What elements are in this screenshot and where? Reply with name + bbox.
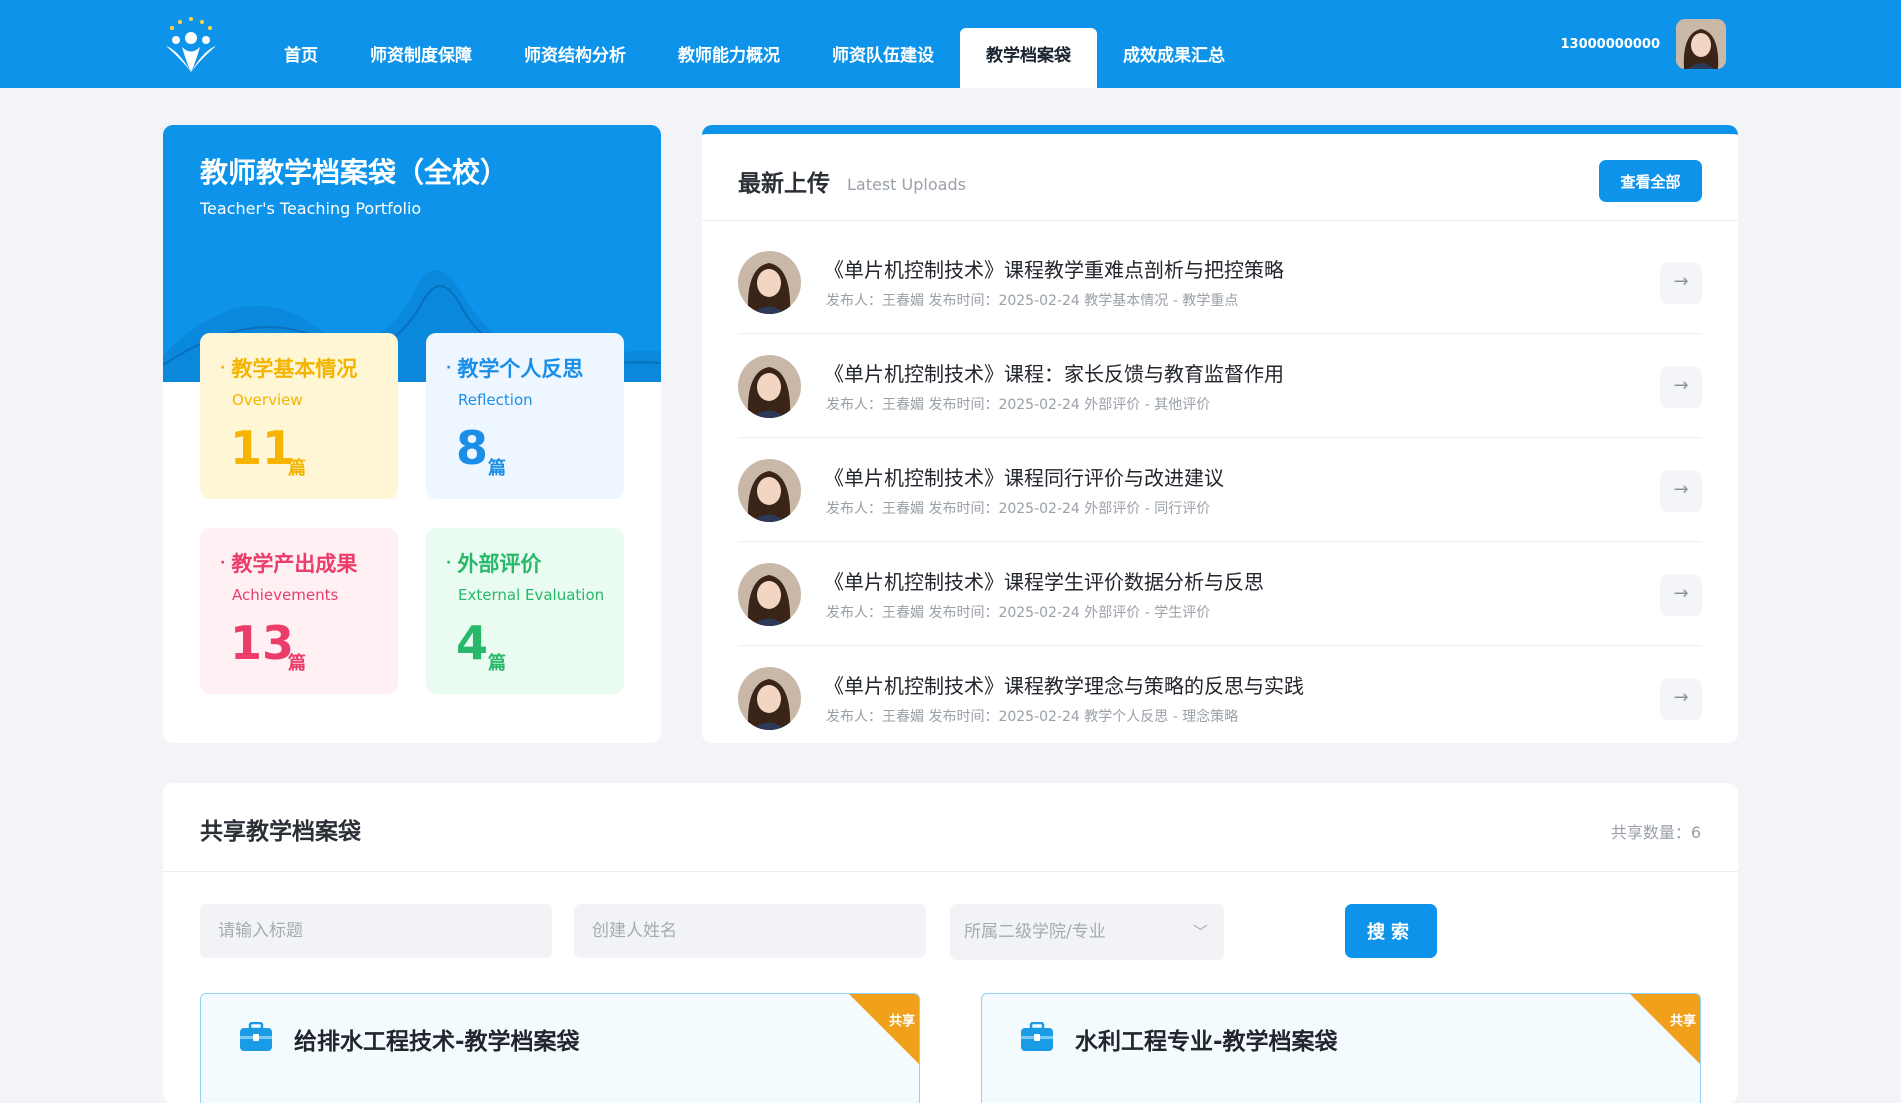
portfolio-card-name: 给排水工程技术-教学档案袋 bbox=[294, 1029, 580, 1055]
upload-title[interactable]: 《单片机控制技术》课程教学重难点剖析与把控策略 bbox=[824, 254, 1284, 283]
avatar bbox=[738, 667, 801, 730]
nav-faculty-structure[interactable]: 师资结构分析 bbox=[498, 28, 652, 88]
upload-title[interactable]: 《单片机控制技术》课程：家长反馈与教育监督作用 bbox=[824, 358, 1284, 387]
avatar bbox=[738, 355, 801, 418]
stat-external-count: 4 bbox=[456, 616, 489, 670]
portfolio-card[interactable]: 水利工程专业-教学档案袋 共享 bbox=[981, 993, 1701, 1103]
shared-header: 共享教学档案袋 共享数量：6 bbox=[163, 783, 1738, 872]
shared-title: 共享教学档案袋 bbox=[200, 819, 361, 845]
stat-achievements-count: 13 bbox=[230, 616, 295, 670]
user-avatar[interactable] bbox=[1676, 19, 1726, 69]
stat-external-unit: 篇 bbox=[488, 653, 506, 674]
stat-external-evaluation[interactable]: · 外部评价 External Evaluation 4 篇 bbox=[426, 528, 624, 694]
upload-title[interactable]: 《单片机控制技术》课程教学理念与策略的反思与实践 bbox=[824, 670, 1304, 699]
stat-reflection-unit: 篇 bbox=[488, 458, 506, 479]
creator-name-input[interactable] bbox=[574, 904, 926, 958]
top-nav-bar: 首页 师资制度保障 师资结构分析 教师能力概况 师资队伍建设 教学档案袋 成效成… bbox=[0, 0, 1901, 88]
stat-overview[interactable]: · 教学基本情况 Overview 11 篇 bbox=[200, 333, 398, 499]
chevron-down-icon: ﹀ bbox=[1192, 923, 1208, 941]
arrow-right-icon[interactable]: → bbox=[1660, 366, 1702, 408]
list-item[interactable]: 《单片机控制技术》课程学生评价数据分析与反思 发布人：王春媚 发布时间：2025… bbox=[738, 542, 1702, 646]
portfolio-summary-card: 教师教学档案袋（全校） Teacher's Teaching Portfolio… bbox=[163, 125, 661, 743]
upload-meta: 发布人：王春媚 发布时间：2025-02-24 教学基本情况 - 教学重点 bbox=[826, 293, 1239, 309]
nav-home[interactable]: 首页 bbox=[258, 28, 344, 88]
search-button[interactable]: 搜索 bbox=[1345, 904, 1437, 958]
stat-overview-title: 教学基本情况 bbox=[231, 357, 358, 381]
list-item[interactable]: 《单片机控制技术》课程教学理念与策略的反思与实践 发布人：王春媚 发布时间：20… bbox=[738, 646, 1702, 743]
portfolio-title: 教师教学档案袋（全校） bbox=[200, 156, 509, 189]
upload-meta: 发布人：王春媚 发布时间：2025-02-24 外部评价 - 其他评价 bbox=[826, 397, 1211, 413]
stat-reflection-title: 教学个人反思 bbox=[457, 357, 584, 381]
upload-title[interactable]: 《单片机控制技术》课程学生评价数据分析与反思 bbox=[824, 566, 1264, 595]
stat-achievements-title: 教学产出成果 bbox=[231, 552, 358, 576]
latest-uploads-card: 最新上传 Latest Uploads 查看全部 《单片机控制技术》课程教学重难… bbox=[702, 125, 1738, 743]
stat-external-title: 外部评价 bbox=[457, 552, 542, 576]
shared-ribbon: 共享 bbox=[849, 994, 919, 1064]
avatar bbox=[738, 459, 801, 522]
latest-uploads-title-en: Latest Uploads bbox=[847, 175, 966, 194]
user-menu[interactable]: 13000000000 bbox=[1560, 19, 1726, 69]
shared-portfolios-section: 共享教学档案袋 共享数量：6 所属二级学院/专业 ﹀ 搜索 给排水工程技术-教学… bbox=[163, 783, 1738, 1103]
college-select[interactable]: 所属二级学院/专业 ﹀ bbox=[950, 904, 1224, 960]
stat-overview-en: Overview bbox=[232, 391, 303, 409]
portfolio-card[interactable]: 给排水工程技术-教学档案袋 共享 bbox=[200, 993, 920, 1103]
arrow-right-icon[interactable]: → bbox=[1660, 574, 1702, 616]
stat-reflection[interactable]: · 教学个人反思 Reflection 8 篇 bbox=[426, 333, 624, 499]
portfolio-card-name: 水利工程专业-教学档案袋 bbox=[1075, 1029, 1338, 1055]
briefcase-icon bbox=[239, 1021, 273, 1056]
nav-teacher-ability[interactable]: 教师能力概况 bbox=[652, 28, 806, 88]
logo-icon[interactable] bbox=[162, 16, 220, 74]
nav-teaching-portfolio[interactable]: 教学档案袋 bbox=[960, 28, 1097, 88]
nav-achievements[interactable]: 成效成果汇总 bbox=[1097, 28, 1251, 88]
shared-ribbon-label: 共享 bbox=[888, 1014, 915, 1029]
user-phone: 13000000000 bbox=[1560, 36, 1661, 52]
list-item[interactable]: 《单片机控制技术》课程同行评价与改进建议 发布人：王春媚 发布时间：2025-0… bbox=[738, 438, 1702, 542]
portfolio-subtitle: Teacher's Teaching Portfolio bbox=[200, 199, 422, 218]
briefcase-icon bbox=[1020, 1021, 1054, 1056]
arrow-right-icon[interactable]: → bbox=[1660, 262, 1702, 304]
nav-faculty-system[interactable]: 师资制度保障 bbox=[344, 28, 498, 88]
stat-achievements-unit: 篇 bbox=[288, 653, 306, 674]
nav-team-building[interactable]: 师资队伍建设 bbox=[806, 28, 960, 88]
list-item[interactable]: 《单片机控制技术》课程教学重难点剖析与把控策略 发布人：王春媚 发布时间：202… bbox=[738, 230, 1702, 334]
upload-meta: 发布人：王春媚 发布时间：2025-02-24 教学个人反思 - 理念策略 bbox=[826, 709, 1239, 725]
college-select-placeholder: 所属二级学院/专业 bbox=[964, 922, 1106, 942]
list-item[interactable]: 《单片机控制技术》课程：家长反馈与教育监督作用 发布人：王春媚 发布时间：202… bbox=[738, 334, 1702, 438]
stat-overview-unit: 篇 bbox=[288, 458, 306, 479]
shared-ribbon: 共享 bbox=[1630, 994, 1700, 1064]
stat-reflection-count: 8 bbox=[456, 421, 489, 475]
arrow-right-icon[interactable]: → bbox=[1660, 678, 1702, 720]
upload-meta: 发布人：王春媚 发布时间：2025-02-24 外部评价 - 学生评价 bbox=[826, 605, 1211, 621]
avatar bbox=[738, 563, 801, 626]
shared-count: 共享数量：6 bbox=[1610, 823, 1701, 842]
view-all-button[interactable]: 查看全部 bbox=[1599, 160, 1702, 202]
stat-overview-count: 11 bbox=[230, 421, 295, 475]
main-nav: 首页 师资制度保障 师资结构分析 教师能力概况 师资队伍建设 教学档案袋 成效成… bbox=[258, 28, 1251, 88]
title-search-input[interactable] bbox=[200, 904, 552, 958]
latest-uploads-header: 最新上传 Latest Uploads 查看全部 bbox=[702, 134, 1738, 221]
upload-meta: 发布人：王春媚 发布时间：2025-02-24 外部评价 - 同行评价 bbox=[826, 501, 1211, 517]
avatar bbox=[738, 251, 801, 314]
arrow-right-icon[interactable]: → bbox=[1660, 470, 1702, 512]
stat-achievements-en: Achievements bbox=[232, 586, 339, 604]
upload-list: 《单片机控制技术》课程教学重难点剖析与把控策略 发布人：王春媚 发布时间：202… bbox=[738, 230, 1702, 743]
shared-ribbon-label: 共享 bbox=[1669, 1014, 1696, 1029]
stat-reflection-en: Reflection bbox=[458, 391, 533, 409]
latest-uploads-title: 最新上传 bbox=[738, 171, 830, 197]
stat-external-en: External Evaluation bbox=[458, 586, 605, 604]
stat-achievements[interactable]: · 教学产出成果 Achievements 13 篇 bbox=[200, 528, 398, 694]
upload-title[interactable]: 《单片机控制技术》课程同行评价与改进建议 bbox=[824, 462, 1224, 491]
